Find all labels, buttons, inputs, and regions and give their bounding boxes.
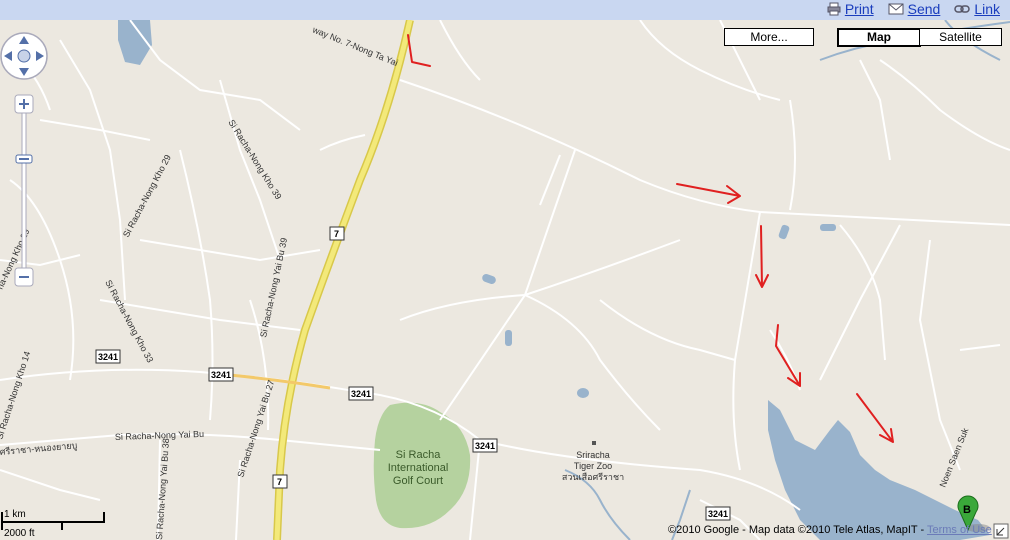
top-toolbar: Print Send Link [0,0,1010,20]
scale-imperial-label: 2000 ft [4,528,35,539]
map-type-satellite-button[interactable]: Satellite [919,28,1002,46]
pan-hand-icon [17,49,31,63]
svg-text:7: 7 [334,229,339,239]
copyright-text: ©2010 Google - Map data ©2010 Tele Atlas… [668,524,927,536]
zoo-label-line2: Tiger Zoo [574,461,612,471]
zoom-slider-handle[interactable] [15,154,33,164]
map-canvas[interactable]: way No. 7-Nong Ta Yai Si Racha-Nong Kho … [0,20,1010,540]
pond-5 [820,224,836,231]
svg-text:3241: 3241 [211,370,231,380]
route-shield-3241-b: 3241 [208,367,234,382]
terms-of-use-link[interactable]: Terms of Use [927,524,992,536]
pan-control-icon[interactable] [0,32,48,80]
chain-link-icon [954,5,971,13]
svg-text:3241: 3241 [351,389,371,399]
more-button[interactable]: More... [724,28,814,46]
pond-2 [505,330,512,346]
golf-label-line3: Golf Court [393,475,443,487]
zoo-poi-marker [592,441,596,445]
zoom-in-icon[interactable] [14,94,34,114]
copyright-notice: ©2010 Google - Map data ©2010 Tele Atlas… [668,524,992,536]
print-link[interactable]: Print [827,1,874,17]
svg-text:3241: 3241 [475,441,495,451]
golf-label-line1: Si Racha [396,449,442,461]
link-label: Link [974,1,1000,17]
route-shield-3241-a: 3241 [95,349,121,364]
print-label: Print [844,1,874,17]
map-marker-letter: B [963,504,971,516]
zoo-label-line1: Sriracha [576,450,610,460]
zoom-out-icon[interactable] [14,267,34,287]
svg-text:7: 7 [277,477,282,487]
link-link[interactable]: Link [954,1,1000,17]
golf-label-line2: International [388,462,449,474]
send-label: Send [907,1,941,17]
route-shield-3241-d: 3241 [472,438,498,453]
map-type-map-button[interactable]: Map [837,28,921,47]
zoo-label-thai: สวนเสือศรีราชา [562,472,624,482]
send-link[interactable]: Send [888,1,941,17]
route-shield-3241-c: 3241 [348,386,374,401]
pond-3 [577,388,589,398]
route-shield-7-north: 7 [329,226,345,241]
expand-corner-icon[interactable] [993,523,1009,539]
printer-icon [827,2,841,16]
route-shield-3241-e: 3241 [705,506,731,521]
scale-metric-label: 1 km [4,509,26,520]
svg-text:3241: 3241 [708,509,728,519]
svg-text:3241: 3241 [98,352,118,362]
envelope-icon [888,3,904,15]
toolbar-links: Print Send Link [827,1,1000,17]
route-shield-7-south: 7 [272,474,288,489]
